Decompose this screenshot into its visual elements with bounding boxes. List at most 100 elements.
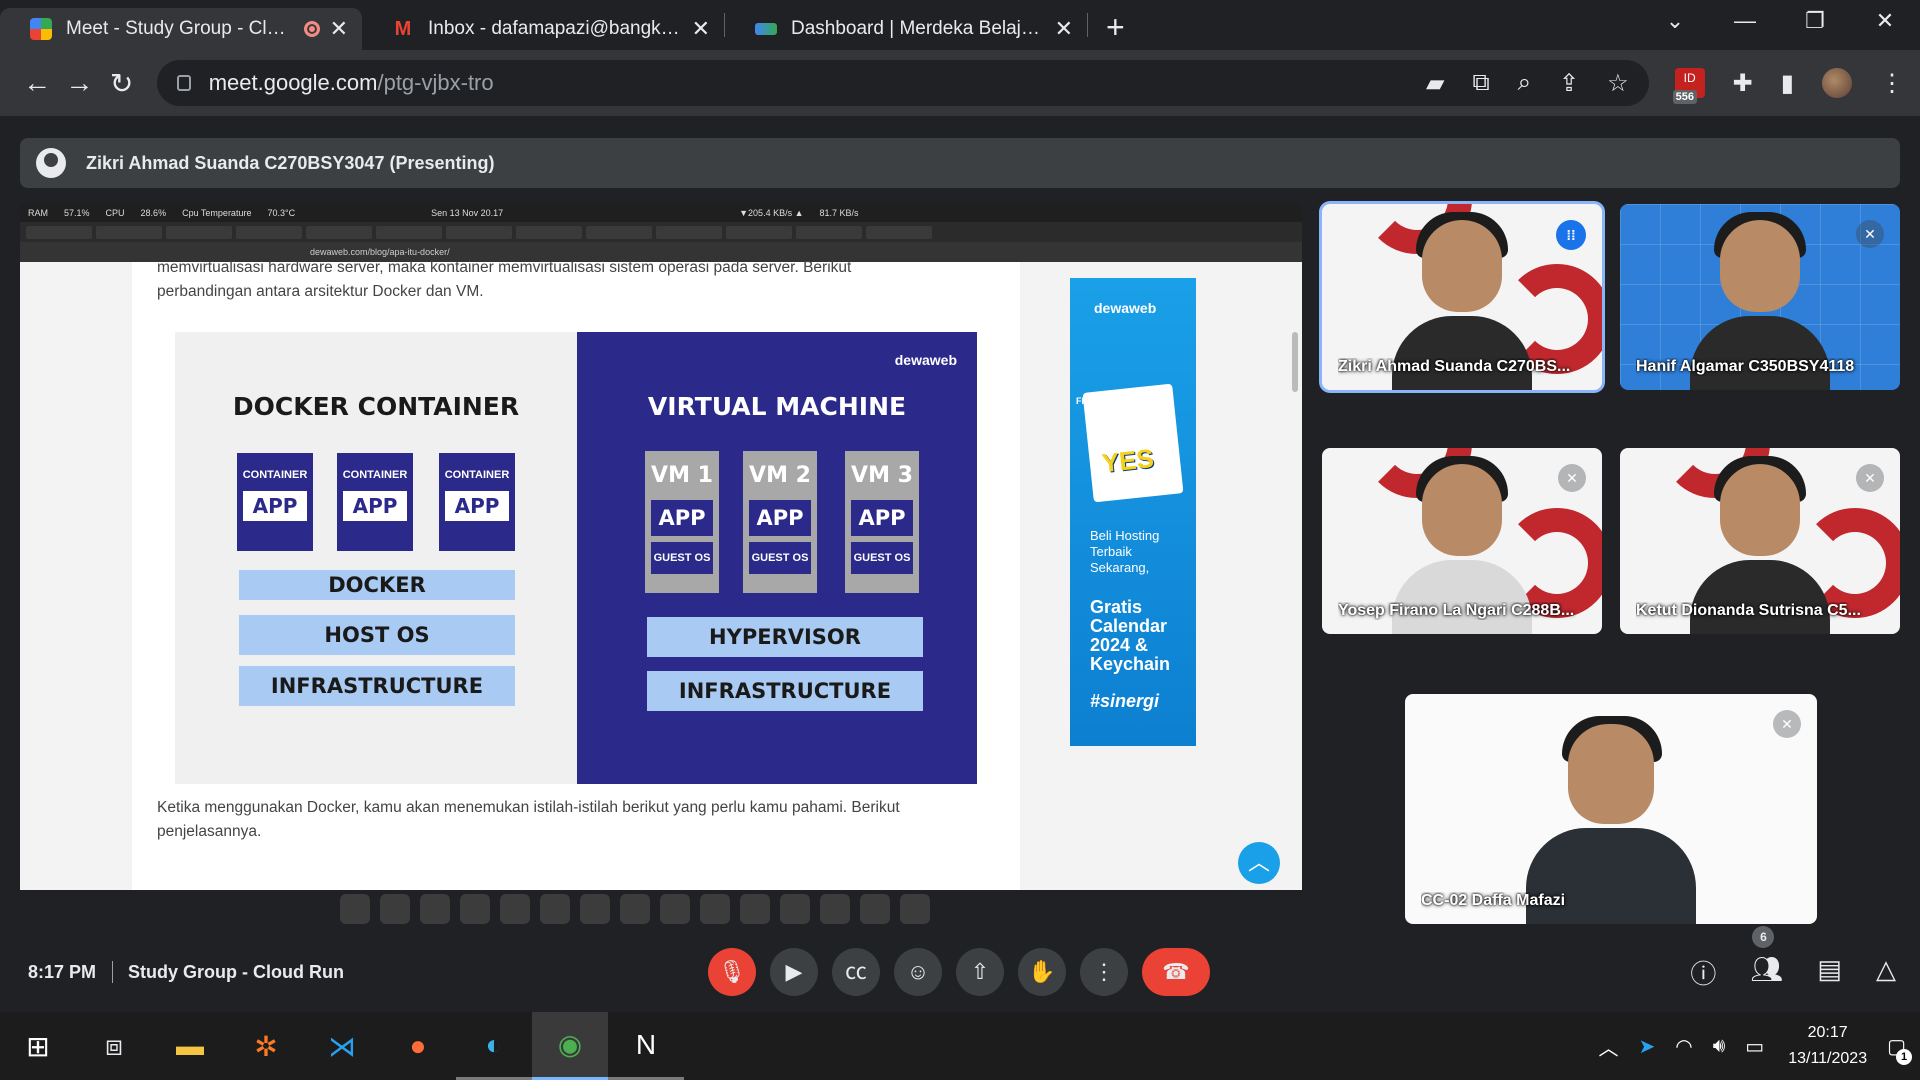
dewaweb-ad-banner[interactable]: dewaweb YES FREE Beli Hosting Terbaik Se… <box>1070 278 1196 746</box>
battery-icon[interactable]: ▭ <box>1745 1034 1764 1059</box>
show-hidden-icons-icon[interactable]: ︿ <box>1598 1032 1618 1061</box>
participant-tile[interactable]: ✕ Ketut Dionanda Sutrisna C5... <box>1620 448 1900 634</box>
notion-icon[interactable]: N <box>608 1012 684 1080</box>
new-tab-button[interactable]: + <box>1106 9 1125 46</box>
more-options-button[interactable]: ⋮ <box>1080 948 1128 996</box>
notification-icon[interactable]: ▢ 1 <box>1887 1034 1912 1065</box>
file-explorer-icon[interactable]: ▬ <box>152 1012 228 1080</box>
participant-tile[interactable]: ⁞⁞ Zikri Ahmad Suanda C270BS... <box>1322 204 1602 390</box>
tab-close-icon[interactable]: ✕ <box>330 16 348 42</box>
ss-app-icon <box>580 894 610 924</box>
reload-button[interactable]: ↻ <box>100 67 142 100</box>
docker-layer: DOCKER <box>239 570 515 600</box>
participant-tile[interactable]: ✕ Yosep Firano La Ngari C288B... <box>1322 448 1602 634</box>
camera-icon[interactable]: ▰ <box>1426 69 1444 98</box>
forward-button[interactable]: → <box>58 67 100 99</box>
taskbar-clock[interactable]: 20:17 13/11/2023 <box>1788 1020 1867 1072</box>
present-button[interactable]: ⇧ <box>956 948 1004 996</box>
container-app: APP 2 <box>343 491 407 548</box>
tab-dashboard[interactable]: Dashboard | Merdeka Belajar - K ✕ <box>725 8 1087 50</box>
camera-toggle-button[interactable]: ▶ <box>770 948 818 996</box>
tab-close-icon[interactable]: ✕ <box>1055 16 1073 42</box>
share-icon[interactable]: ⇪ <box>1559 69 1579 98</box>
taskbar-time: 20:17 <box>1807 1024 1848 1041</box>
ad-logo: dewaweb <box>1094 300 1157 316</box>
raise-hand-button[interactable]: ✋ <box>1018 948 1066 996</box>
leave-call-button[interactable]: ☎ <box>1142 948 1210 996</box>
ss-tab <box>306 225 372 239</box>
meet-control-bar: 8:17 PM Study Group - Cloud Run 🎙︎ ▶ ㏄ ☺… <box>0 925 1920 1012</box>
vm-guest-os: GUEST OS <box>749 542 811 574</box>
close-window-button[interactable]: ✕ <box>1850 8 1920 34</box>
infrastructure-layer: INFRASTRUCTURE <box>239 666 515 706</box>
task-view-icon[interactable]: ⧈ <box>76 1012 152 1080</box>
back-button[interactable]: ← <box>16 67 58 99</box>
ss-temp-value: 70.3°C <box>267 208 296 218</box>
tab-meet[interactable]: Meet - Study Group - Cloud ✕ <box>0 8 362 50</box>
ss-tab <box>516 225 582 239</box>
side-panel-icon[interactable]: ▮ <box>1781 69 1794 98</box>
docker-title: DOCKER CONTAINER <box>232 392 520 421</box>
ss-tab <box>26 225 92 239</box>
extension-badge-icon[interactable]: ID 556 <box>1672 68 1705 104</box>
tab-inbox[interactable]: M Inbox - dafamapazi@bangkit.ac ✕ <box>362 8 724 50</box>
xampp-icon[interactable]: ✲ <box>228 1012 304 1080</box>
telegram-icon[interactable]: ➤ <box>1638 1034 1655 1059</box>
container-label: CONTAINER <box>242 469 308 481</box>
vm-title: VIRTUAL MACHINE <box>647 392 907 421</box>
participant-tile[interactable]: ✕ CC-02 Daffa Mafazi <box>1405 694 1817 924</box>
browser-tabstrip: Meet - Study Group - Cloud ✕ M Inbox - d… <box>0 0 1920 50</box>
vm-panel: dewaweb VIRTUAL MACHINE VM 1 APP GUEST O… <box>577 332 977 784</box>
chrome-icon[interactable]: ◉ <box>532 1012 608 1080</box>
postman-icon[interactable]: ● <box>380 1012 456 1080</box>
ss-app-icon <box>820 894 850 924</box>
vm-app: APP <box>851 500 913 536</box>
volume-icon[interactable]: 🔊︎ <box>1713 1035 1726 1058</box>
ss-app-icon <box>500 894 530 924</box>
restore-button[interactable]: ❐ <box>1780 8 1850 34</box>
captions-button[interactable]: ㏄ <box>832 948 880 996</box>
ss-app-icon <box>780 894 810 924</box>
url-host: meet.google.com <box>208 70 378 95</box>
open-in-new-icon[interactable]: ⧉ <box>1472 69 1489 97</box>
meeting-info-icon[interactable]: ⓘ <box>1690 954 1716 991</box>
article-line: perbandingan antara arsitektur Docker da… <box>157 283 484 300</box>
minimize-button[interactable]: — <box>1710 8 1780 34</box>
vscode-icon[interactable]: ⋊ <box>304 1012 380 1080</box>
windows-start-icon[interactable]: ⊞ <box>0 1012 76 1080</box>
ss-app-icon <box>460 894 490 924</box>
mic-toggle-button[interactable]: 🎙︎ <box>708 948 756 996</box>
ss-app-icon <box>740 894 770 924</box>
windows-taskbar: ⊞ ⧈ ▬ ✲ ⋊ ● ◐ ◉ N ︿ ➤ ◠ 🔊︎ ▭ 20:17 13/11… <box>0 1012 1920 1080</box>
hypervisor-layer: HYPERVISOR <box>647 617 923 657</box>
wifi-icon[interactable]: ◠ <box>1675 1034 1692 1059</box>
ss-tab <box>236 225 302 239</box>
extension-badge-count: 556 <box>1672 90 1698 104</box>
reactions-button[interactable]: ☺ <box>894 948 942 996</box>
host-os-layer: HOST OS <box>239 615 515 655</box>
chat-icon[interactable]: ▤ <box>1817 954 1842 991</box>
vm-box: VM 2 APP GUEST OS <box>743 451 817 593</box>
profile-avatar[interactable] <box>1821 68 1852 98</box>
ss-ram-value: 57.1% <box>64 208 90 218</box>
lock-icon[interactable] <box>176 75 191 91</box>
ad-text-1: Beli Hosting Terbaik Sekarang, <box>1090 528 1160 575</box>
zoom-icon[interactable]: ⌕ <box>1518 69 1531 97</box>
browser-menu-icon[interactable]: ⋮ <box>1880 69 1904 98</box>
activities-icon[interactable]: △ <box>1876 954 1896 991</box>
bookmark-star-icon[interactable]: ☆ <box>1607 69 1629 98</box>
tab-close-icon[interactable]: ✕ <box>692 16 710 42</box>
extensions-puzzle-icon[interactable]: ✚ <box>1733 69 1753 98</box>
address-bar[interactable]: meet.google.com/ptg-vjbx-tro ▰ ⧉ ⌕ ⇪ ☆ <box>156 60 1649 106</box>
tab-search-icon[interactable]: ⌄ <box>1640 8 1710 34</box>
ad-free-label: FREE <box>1076 396 1101 406</box>
shared-screen: RAM 57.1% CPU 28.6% Cpu Temperature 70.3… <box>20 204 1302 890</box>
people-icon[interactable]: 👥︎ 6 <box>1750 925 1783 991</box>
edge-icon[interactable]: ◐ <box>456 1012 532 1080</box>
tab-title: Meet - Study Group - Cloud <box>66 18 296 39</box>
scroll-to-top-button[interactable]: ︿ <box>1238 842 1280 884</box>
participant-tile[interactable]: ✕ Hanif Algamar C350BSY4118 <box>1620 204 1900 390</box>
ad-yes: YES <box>1100 442 1156 479</box>
ss-tab <box>656 225 722 239</box>
dashboard-favicon-icon <box>755 23 777 35</box>
